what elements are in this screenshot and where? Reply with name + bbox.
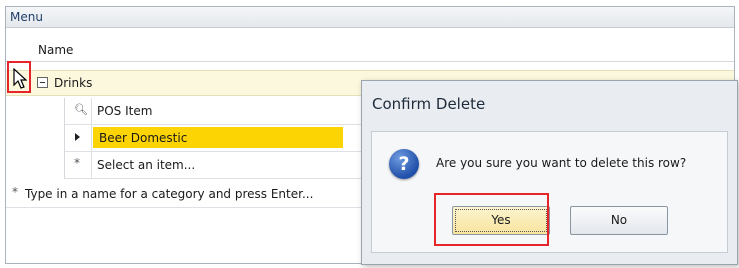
row-indicator[interactable] bbox=[65, 125, 92, 151]
confirm-delete-dialog: Confirm Delete ? Are you sure you want t… bbox=[361, 80, 738, 265]
highlight-box bbox=[434, 193, 549, 246]
dialog-title: Confirm Delete bbox=[372, 95, 486, 113]
panel-header: Menu bbox=[6, 7, 734, 28]
detail-header-indicator: 🔍︎ bbox=[65, 98, 92, 124]
panel-title: Menu bbox=[10, 10, 43, 24]
category-label: Drinks bbox=[54, 76, 93, 90]
search-icon[interactable]: 🔍︎ bbox=[74, 103, 88, 116]
new-row-icon: * bbox=[12, 185, 18, 199]
new-row-icon: * bbox=[74, 156, 80, 170]
question-icon: ? bbox=[389, 149, 419, 179]
current-row-icon bbox=[75, 133, 80, 141]
new-category-placeholder[interactable]: Type in a name for a category and press … bbox=[25, 187, 313, 201]
new-item-placeholder[interactable]: Select an item... bbox=[97, 158, 195, 172]
no-button[interactable]: No bbox=[570, 206, 668, 235]
dialog-body: ? Are you sure you want to delete this r… bbox=[371, 131, 728, 253]
column-header-row: Name bbox=[6, 37, 734, 62]
dialog-message: Are you sure you want to delete this row… bbox=[436, 156, 687, 170]
column-header-pos-item[interactable]: POS Item bbox=[97, 104, 152, 118]
collapse-icon[interactable] bbox=[37, 77, 48, 88]
pos-item-value: Beer Domestic bbox=[99, 131, 188, 145]
mouse-pointer-icon bbox=[13, 68, 27, 89]
new-row-indicator: * bbox=[65, 152, 92, 178]
column-header-name[interactable]: Name bbox=[38, 43, 73, 57]
